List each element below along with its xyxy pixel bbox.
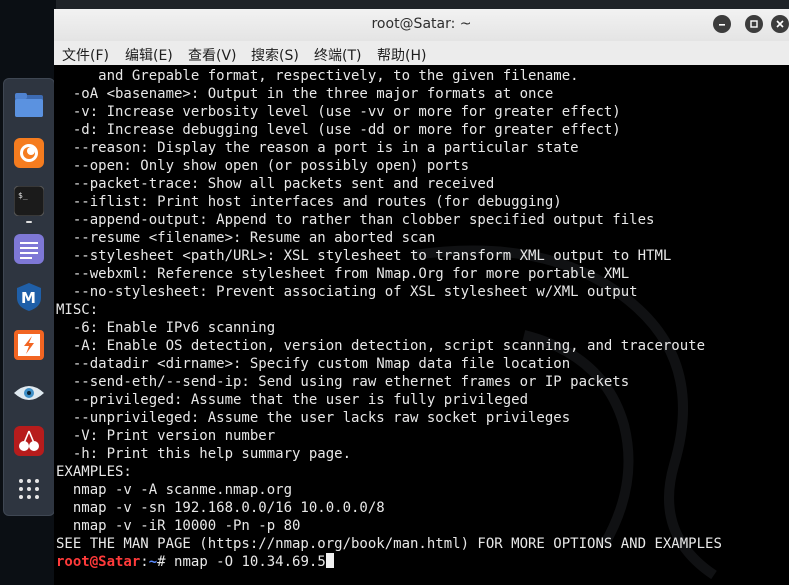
svg-text:M: M bbox=[21, 289, 36, 307]
terminal-line: nmap -v -A scanme.nmap.org bbox=[56, 482, 293, 498]
menu-edit[interactable]: 编辑(E) bbox=[125, 45, 173, 65]
minimize-icon bbox=[719, 24, 725, 26]
terminal-line: --webxml: Reference stylesheet from Nmap… bbox=[56, 266, 630, 282]
text-editor-icon[interactable] bbox=[11, 231, 47, 267]
minimize-button[interactable] bbox=[713, 15, 731, 33]
maximize-button[interactable] bbox=[745, 15, 763, 33]
terminal-line: nmap -v -iR 10000 -Pn -p 80 bbox=[56, 518, 301, 534]
terminal-line: --packet-trace: Show all packets sent an… bbox=[56, 176, 495, 192]
prompt-symbol: # bbox=[157, 554, 175, 570]
terminal-line: -A: Enable OS detection, version detecti… bbox=[56, 338, 706, 354]
terminal-line: --open: Only show open (or possibly open… bbox=[56, 158, 470, 174]
terminal-line: and Grepable format, respectively, to th… bbox=[56, 68, 579, 84]
files-icon[interactable] bbox=[11, 87, 47, 123]
text-cursor bbox=[325, 553, 334, 568]
terminal-line: -oA <basename>: Output in the three majo… bbox=[56, 86, 554, 102]
terminal-line: MISC: bbox=[56, 302, 99, 318]
prompt-separator: : bbox=[140, 554, 149, 570]
app-grid-icon[interactable] bbox=[11, 471, 47, 507]
close-icon bbox=[776, 20, 784, 28]
title-bar[interactable]: root@Satar: ~ bbox=[54, 9, 789, 42]
terminal-line: --append-output: Append to rather than c… bbox=[56, 212, 655, 228]
svg-text:$_: $_ bbox=[18, 191, 28, 200]
terminal-line: --reason: Display the reason a port is i… bbox=[56, 140, 579, 156]
dock: $_ M bbox=[3, 78, 55, 516]
command-input[interactable]: nmap -O 10.34.69.5 bbox=[174, 554, 326, 570]
menu-search[interactable]: 搜索(S) bbox=[251, 45, 299, 65]
terminal-line: --datadir <dirname>: Specify custom Nmap… bbox=[56, 356, 571, 372]
menu-help[interactable]: 帮助(H) bbox=[377, 45, 426, 65]
terminal-line: -h: Print this help summary page. bbox=[56, 446, 352, 462]
maximize-icon bbox=[750, 20, 758, 28]
terminal-line: -V: Print version number bbox=[56, 428, 276, 444]
firefox-icon[interactable] bbox=[11, 135, 47, 171]
terminal-window: root@Satar: ~ 文件(F) 编辑(E) 查看(V) 搜索(S) 终端… bbox=[54, 9, 789, 585]
terminal-output[interactable]: and Grepable format, respectively, to th… bbox=[54, 65, 789, 585]
terminal-line: --unprivileged: Assume the user lacks ra… bbox=[56, 410, 571, 426]
menu-terminal[interactable]: 终端(T) bbox=[314, 45, 361, 65]
terminal-line: --stylesheet <path/URL>: XSL stylesheet … bbox=[56, 248, 672, 264]
close-button[interactable] bbox=[771, 15, 789, 33]
window-title: root@Satar: ~ bbox=[371, 16, 472, 32]
prompt-user: root@Satar bbox=[56, 554, 141, 570]
terminal-line: --no-stylesheet: Prevent associating of … bbox=[56, 284, 638, 300]
terminal-line: -d: Increase debugging level (use -dd or… bbox=[56, 122, 621, 138]
terminal-line: EXAMPLES: bbox=[56, 464, 132, 480]
terminal-line: SEE THE MAN PAGE (https://nmap.org/book/… bbox=[56, 536, 722, 552]
cherrytree-icon[interactable] bbox=[11, 423, 47, 459]
terminal-icon[interactable]: $_ bbox=[11, 183, 47, 219]
terminal-lines: and Grepable format, respectively, to th… bbox=[56, 67, 722, 571]
terminal-line: --iflist: Print host interfaces and rout… bbox=[56, 194, 562, 210]
menu-bar: 文件(F) 编辑(E) 查看(V) 搜索(S) 终端(T) 帮助(H) bbox=[54, 41, 789, 66]
eye-icon[interactable] bbox=[11, 375, 47, 411]
menu-view[interactable]: 查看(V) bbox=[188, 45, 237, 65]
prompt-line[interactable]: root@Satar:~# nmap -O 10.34.69.5 bbox=[56, 553, 722, 571]
terminal-line: --resume <filename>: Resume an aborted s… bbox=[56, 230, 436, 246]
prompt-path: ~ bbox=[148, 554, 158, 570]
active-indicator bbox=[26, 221, 32, 223]
terminal-line: -v: Increase verbosity level (use -vv or… bbox=[56, 104, 621, 120]
metasploit-icon[interactable]: M bbox=[11, 279, 47, 315]
burpsuite-icon[interactable] bbox=[11, 327, 47, 363]
terminal-line: --send-eth/--send-ip: Send using raw eth… bbox=[56, 374, 630, 390]
terminal-line: nmap -v -sn 192.168.0.0/16 10.0.0.0/8 bbox=[56, 500, 385, 516]
terminal-line: -6: Enable IPv6 scanning bbox=[56, 320, 276, 336]
menu-file[interactable]: 文件(F) bbox=[62, 45, 109, 65]
terminal-line: --privileged: Assume that the user is fu… bbox=[56, 392, 529, 408]
